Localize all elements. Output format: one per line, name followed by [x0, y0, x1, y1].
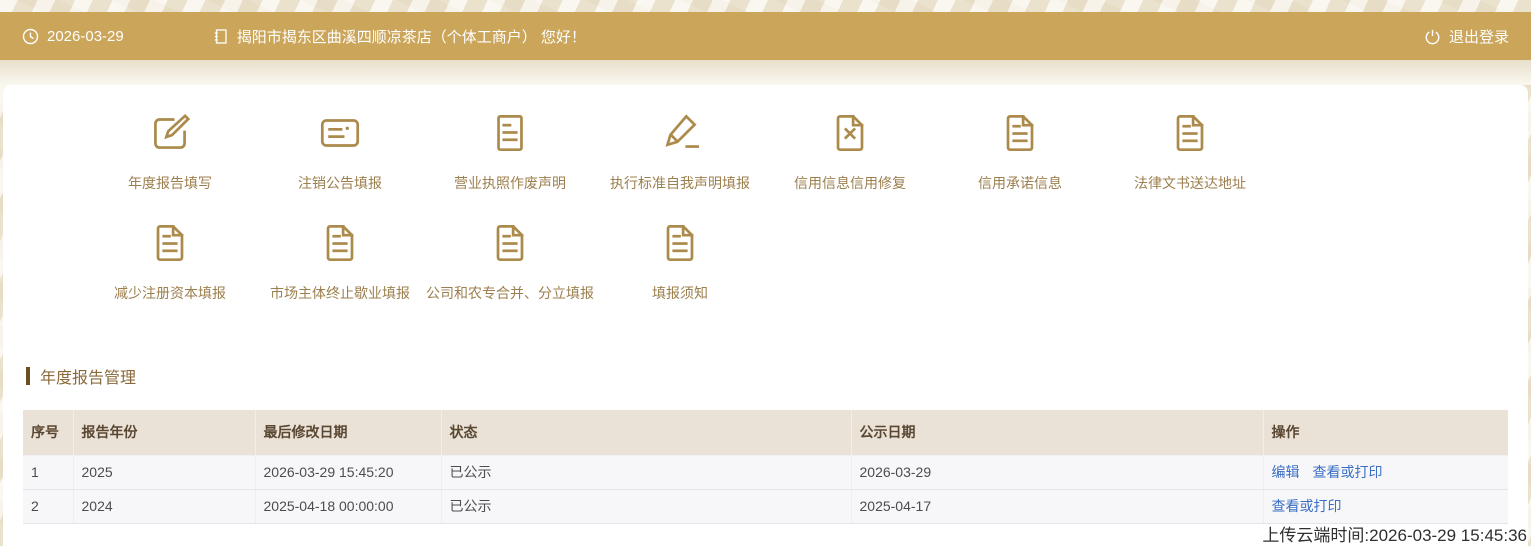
- menu-item[interactable]: 注销公告填报: [255, 108, 425, 193]
- function-menu: 年度报告填写 注销公告填报 营业执照作废声明 执行标准自我声明填报 信用信息信用…: [3, 85, 1528, 303]
- menu-item-label: 注销公告填报: [298, 174, 382, 193]
- cell-publish-date: 2025-04-17: [851, 489, 1263, 523]
- menu-item[interactable]: 信用承诺信息: [935, 108, 1105, 193]
- menu-item[interactable]: 信用信息信用修复: [765, 108, 935, 193]
- column-header: 状态: [441, 410, 851, 455]
- menu-item-label: 公司和农专合并、分立填报: [426, 284, 594, 303]
- cell-status: 已公示: [441, 489, 851, 523]
- column-header: 操作: [1263, 410, 1508, 455]
- doc-fold-lines-icon: [485, 218, 535, 268]
- logout-button[interactable]: 退出登录: [1424, 26, 1509, 47]
- cell-actions: 编辑查看或打印: [1263, 455, 1508, 489]
- texture-strip-top: [0, 0, 1531, 12]
- action-link[interactable]: 查看或打印: [1272, 498, 1342, 514]
- card-lines-icon: [315, 108, 365, 158]
- action-link[interactable]: 查看或打印: [1313, 464, 1383, 480]
- cell-seq: 2: [23, 489, 73, 523]
- page-background: 2026-03-29 揭阳市揭东区曲溪四顺凉茶店（个体工商户） 您好！ 退出登录: [0, 0, 1531, 546]
- column-header: 最后修改日期: [255, 410, 441, 455]
- main-panel: 年度报告填写 注销公告填报 营业执照作废声明 执行标准自我声明填报 信用信息信用…: [3, 85, 1528, 546]
- doc-fold-lines-icon: [655, 218, 705, 268]
- doc-fold-lines-icon: [145, 218, 195, 268]
- menu-item[interactable]: 执行标准自我声明填报: [595, 108, 765, 193]
- menu-item-label: 营业执照作废声明: [454, 174, 566, 193]
- action-link[interactable]: 编辑: [1272, 464, 1300, 480]
- section-title-text: 年度报告管理: [40, 364, 136, 388]
- table-row: 120252026-03-29 15:45:20已公示2026-03-29编辑查…: [23, 455, 1508, 489]
- pencil-underscore-icon: [655, 108, 705, 158]
- cell-actions: 查看或打印: [1263, 489, 1508, 523]
- top-bar: 2026-03-29 揭阳市揭东区曲溪四顺凉茶店（个体工商户） 您好！ 退出登录: [0, 12, 1531, 60]
- menu-item[interactable]: 营业执照作废声明: [425, 108, 595, 193]
- doc-fold-lines-icon: [995, 108, 1045, 158]
- texture-strip-bottom: [0, 60, 1531, 85]
- menu-item[interactable]: 减少注册资本填报: [85, 218, 255, 303]
- menu-item-label: 填报须知: [652, 284, 708, 303]
- cell-modified: 2025-04-18 00:00:00: [255, 489, 441, 523]
- menu-item-label: 法律文书送达地址: [1134, 174, 1246, 193]
- menu-item[interactable]: 填报须知: [595, 218, 765, 303]
- cell-modified: 2026-03-29 15:45:20: [255, 455, 441, 489]
- cell-publish-date: 2026-03-29: [851, 455, 1263, 489]
- menu-item-label: 信用信息信用修复: [794, 174, 906, 193]
- cell-status: 已公示: [441, 455, 851, 489]
- doc-fold-lines-icon: [1165, 108, 1215, 158]
- menu-item[interactable]: 法律文书送达地址: [1105, 108, 1275, 193]
- section-title: 年度报告管理: [26, 366, 1528, 386]
- logout-label: 退出登录: [1449, 26, 1509, 47]
- column-header: 公示日期: [851, 410, 1263, 455]
- annual-report-table: 序号报告年份最后修改日期状态公示日期操作 120252026-03-29 15:…: [23, 410, 1508, 524]
- cell-seq: 1: [23, 455, 73, 489]
- menu-item[interactable]: 市场主体终止歇业填报: [255, 218, 425, 303]
- section-title-bar: [26, 367, 30, 385]
- upload-time-text: 上传云端时间:2026-03-29 15:45:36: [3, 525, 1528, 546]
- menu-row: 年度报告填写 注销公告填报 营业执照作废声明 执行标准自我声明填报 信用信息信用…: [85, 108, 1528, 193]
- menu-item[interactable]: 公司和农专合并、分立填报: [425, 218, 595, 303]
- cell-year: 2024: [73, 489, 255, 523]
- table-header-row: 序号报告年份最后修改日期状态公示日期操作: [23, 410, 1508, 455]
- menu-row: 减少注册资本填报 市场主体终止歇业填报 公司和农专合并、分立填报 填报须知: [85, 218, 1528, 303]
- company-group: 揭阳市揭东区曲溪四顺凉茶店（个体工商户） 您好！: [212, 26, 586, 47]
- current-date: 2026-03-29: [47, 28, 124, 45]
- doc-lines-icon: [485, 108, 535, 158]
- edit-square-icon: [145, 108, 195, 158]
- menu-item-label: 信用承诺信息: [978, 174, 1062, 193]
- menu-item-label: 市场主体终止歇业填报: [270, 284, 410, 303]
- menu-item[interactable]: 年度报告填写: [85, 108, 255, 193]
- menu-item-label: 执行标准自我声明填报: [610, 174, 750, 193]
- power-icon: [1424, 28, 1441, 45]
- company-greeting: 揭阳市揭东区曲溪四顺凉茶店（个体工商户） 您好！: [237, 26, 586, 47]
- menu-item-label: 减少注册资本填报: [114, 284, 226, 303]
- column-header: 序号: [23, 410, 73, 455]
- company-ledger-icon: [212, 28, 229, 45]
- cell-year: 2025: [73, 455, 255, 489]
- clock-icon: [22, 28, 39, 45]
- table-row: 220242025-04-18 00:00:00已公示2025-04-17 查看或…: [23, 489, 1508, 523]
- column-header: 报告年份: [73, 410, 255, 455]
- doc-x-icon: [825, 108, 875, 158]
- menu-item-label: 年度报告填写: [128, 174, 212, 193]
- doc-fold-lines-icon: [315, 218, 365, 268]
- date-group: 2026-03-29: [22, 28, 124, 45]
